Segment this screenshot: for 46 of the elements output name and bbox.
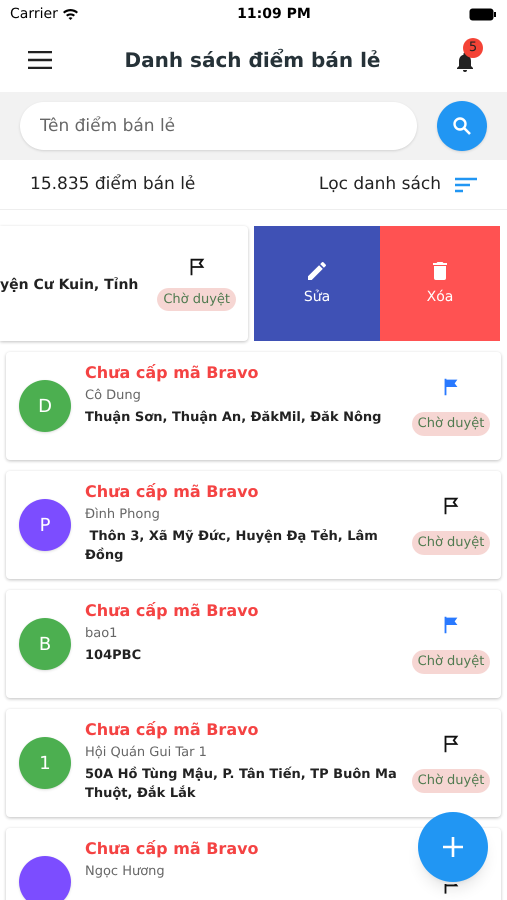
plus-icon (442, 836, 464, 858)
status-badge: Chờ duyệt (412, 412, 490, 436)
battery-icon (469, 8, 497, 20)
pencil-icon (305, 259, 329, 283)
store-count: 15.835 điểm bán lẻ (30, 172, 196, 196)
code-status-text: Chưa cấp mã Bravo (85, 362, 260, 384)
address-text: 50A Hồ Tùng Mậu, P. Tân Tiến, TP Buôn Ma Thuột, Đắk Lắk (85, 766, 398, 803)
avatar: P (19, 499, 71, 551)
owner-name: Cô Dung (85, 387, 142, 405)
avatar: 1 (19, 737, 71, 789)
status-badge: Chờ duyệt (157, 288, 236, 312)
code-status-text: Chưa cấp mã Bravo (85, 719, 260, 741)
owner-name: bao1 (85, 625, 118, 643)
address-text: yện Cư Kuin, Tỉnh (0, 276, 138, 295)
search-field[interactable]: Tên điểm bán lẻ (20, 102, 418, 150)
search-icon (452, 116, 472, 136)
filter-icon (455, 176, 477, 192)
address-text: Thuận Sơn, Thuận An, ĐăkMil, Đăk Nông (85, 409, 382, 427)
store-card[interactable]: 1 Chưa cấp mã Bravo Hội Quán Gui Tar 1 50A Hồ Tùng Mậu, P. Tân Tiến, TP Buôn Ma Thuột, Đắk Lắk Chờ duyệt (6, 709, 501, 817)
owner-name: Đình Phong (85, 506, 161, 524)
owner-name: Hội Quán Gui Tar 1 (85, 744, 208, 762)
status-badge: Chờ duyệt (412, 769, 490, 793)
screen-title: Danh sách điểm bán lẻ (124, 47, 380, 74)
filter-button[interactable]: Lọc danh sách (318, 172, 477, 198)
store-card[interactable]: Chưa cấp mã Bravo Ngọc Hương (6, 828, 501, 900)
store-card[interactable]: D Chưa cấp mã Bravo Cô Dung Thuận Sơn, Thuận An, ĐăkMil, Đăk Nông Chờ duyệt (6, 352, 501, 460)
carrier-label: Carrier (10, 4, 58, 24)
store-card[interactable]: P Chưa cấp mã Bravo Đình Phong Thôn 3, Xã Mỹ Đức, Huyện Đạ Tẻh, Lâm Đồng Chờ duyệt (6, 471, 501, 579)
status-badge: Chờ duyệt (412, 531, 490, 555)
swiped-card[interactable]: yện Cư Kuin, Tỉnh Chờ duyệt (0, 226, 248, 341)
store-card[interactable]: B Chưa cấp mã Bravo bao1 104PBC Chờ duyệt (6, 590, 501, 698)
address-text: 104PBC (85, 647, 142, 665)
avatar: D (19, 380, 71, 432)
owner-name: Ngọc Hương (85, 863, 166, 881)
edit-button[interactable]: Sửa (254, 226, 380, 341)
avatar: B (19, 618, 71, 670)
wifi-icon (62, 8, 79, 20)
clock: 11:09 PM (237, 4, 311, 24)
address-text: Thôn 3, Xã Mỹ Đức, Huyện Đạ Tẻh, Lâm Đồng (85, 528, 379, 565)
status-badge: Chờ duyệt (412, 650, 490, 674)
search-button[interactable] (437, 101, 487, 151)
code-status-text: Chưa cấp mã Bravo (85, 600, 260, 622)
code-status-text: Chưa cấp mã Bravo (85, 838, 260, 860)
notification-badge: 5 (463, 38, 483, 58)
menu-icon[interactable] (28, 51, 52, 69)
code-status-text: Chưa cấp mã Bravo (85, 481, 260, 503)
